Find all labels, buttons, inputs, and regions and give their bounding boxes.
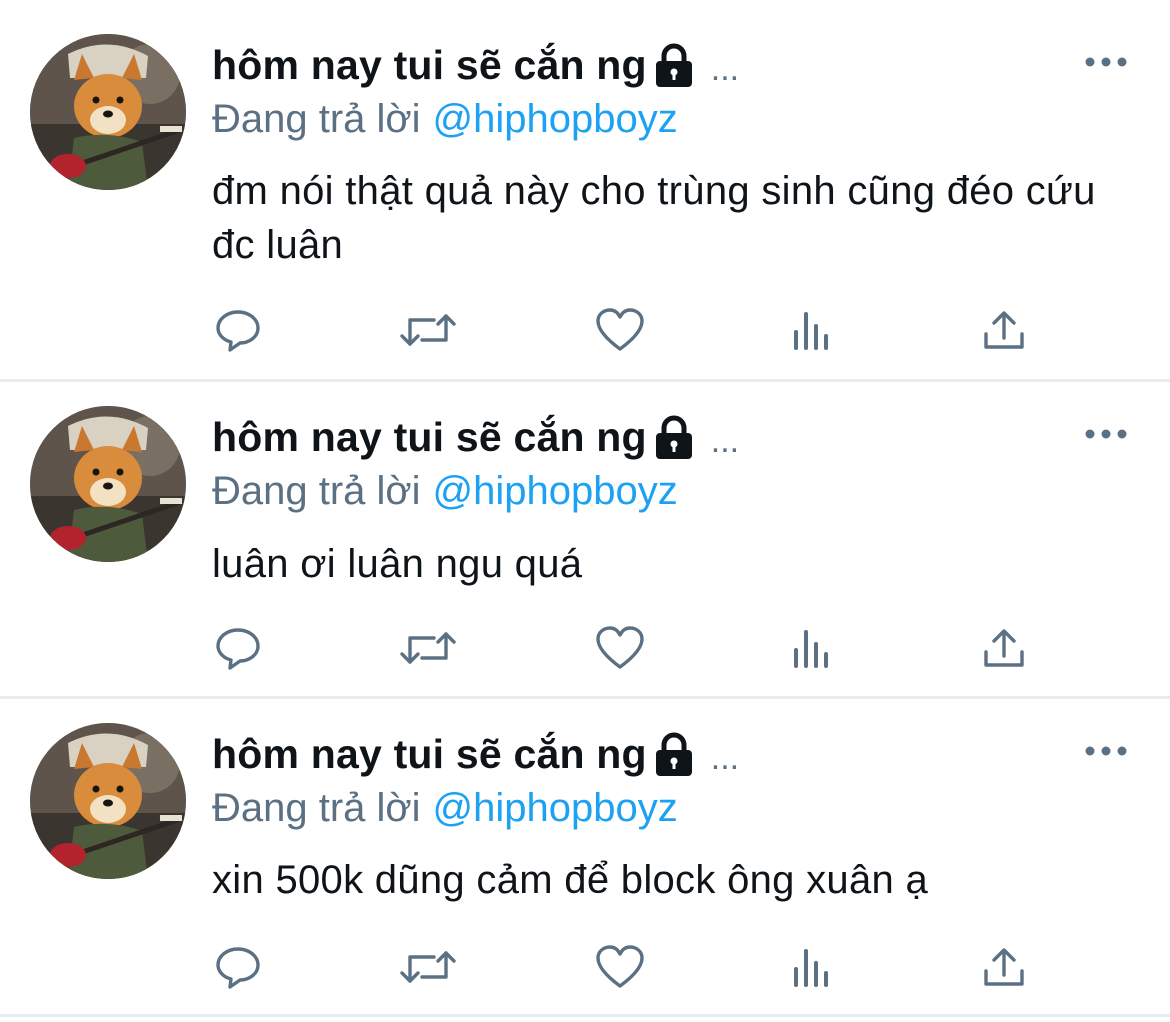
reply-handle-link[interactable]: @hiphopboyz [433, 97, 678, 141]
replying-to: Đang trả lời @hiphopboyz [212, 466, 678, 516]
tweet-text: xin 500k dũng cảm để block ông xuân ạ [212, 858, 929, 902]
reply-icon[interactable] [208, 937, 268, 997]
replying-to: Đang trả lời @hiphopboyz [212, 94, 678, 144]
tweet-text: đm nói thật quả này cho trùng sinh cũng … [212, 169, 1096, 267]
analytics-icon[interactable] [782, 937, 842, 997]
replying-to: Đang trả lời @hiphopboyz [212, 783, 678, 833]
name-truncation: ... [710, 421, 740, 460]
reply-handle-link[interactable]: @hiphopboyz [433, 469, 678, 513]
name-truncation: ... [710, 49, 740, 88]
lock-icon [653, 731, 695, 777]
lock-icon [653, 42, 695, 88]
tweet[interactable]: hôm nay tui sẽ cắn ng ... Đang trả lời @h… [0, 382, 1170, 696]
retweet-icon[interactable] [398, 618, 458, 678]
like-heart-icon[interactable] [590, 937, 650, 997]
author-name[interactable]: hôm nay tui sẽ cắn ng [212, 731, 647, 778]
replying-to-label: Đang trả lời [212, 97, 421, 141]
more-horizontal-icon[interactable] [1082, 741, 1130, 761]
avatar[interactable] [30, 34, 186, 190]
author-name[interactable]: hôm nay tui sẽ cắn ng [212, 42, 647, 89]
replying-to-label: Đang trả lời [212, 786, 421, 830]
tweet-text: luân ơi luân ngu quá [212, 542, 583, 586]
more-horizontal-icon[interactable] [1082, 52, 1130, 72]
reply-handle-link[interactable]: @hiphopboyz [433, 786, 678, 830]
like-heart-icon[interactable] [590, 618, 650, 678]
retweet-icon[interactable] [398, 300, 458, 360]
author-row: hôm nay tui sẽ cắn ng ... [212, 412, 739, 462]
retweet-icon[interactable] [398, 937, 458, 997]
avatar[interactable] [30, 723, 186, 879]
tweet[interactable]: hôm nay tui sẽ cắn ng ... Đang trả lời @h… [0, 699, 1170, 1015]
author-row: hôm nay tui sẽ cắn ng ... [212, 729, 739, 779]
more-horizontal-icon[interactable] [1082, 424, 1130, 444]
lock-icon [653, 414, 695, 460]
name-truncation: ... [710, 738, 740, 777]
share-icon[interactable] [974, 300, 1034, 360]
reply-icon[interactable] [208, 618, 268, 678]
author-row: hôm nay tui sẽ cắn ng ... [212, 40, 739, 90]
share-icon[interactable] [974, 618, 1034, 678]
like-heart-icon[interactable] [590, 300, 650, 360]
replying-to-label: Đang trả lời [212, 469, 421, 513]
author-name[interactable]: hôm nay tui sẽ cắn ng [212, 414, 647, 461]
reply-icon[interactable] [208, 300, 268, 360]
analytics-icon[interactable] [782, 300, 842, 360]
tweet[interactable]: hôm nay tui sẽ cắn ng ... Đang trả lời @h… [0, 0, 1170, 380]
analytics-icon[interactable] [782, 618, 842, 678]
share-icon[interactable] [974, 937, 1034, 997]
tweet-divider [0, 1014, 1170, 1017]
avatar[interactable] [30, 406, 186, 562]
